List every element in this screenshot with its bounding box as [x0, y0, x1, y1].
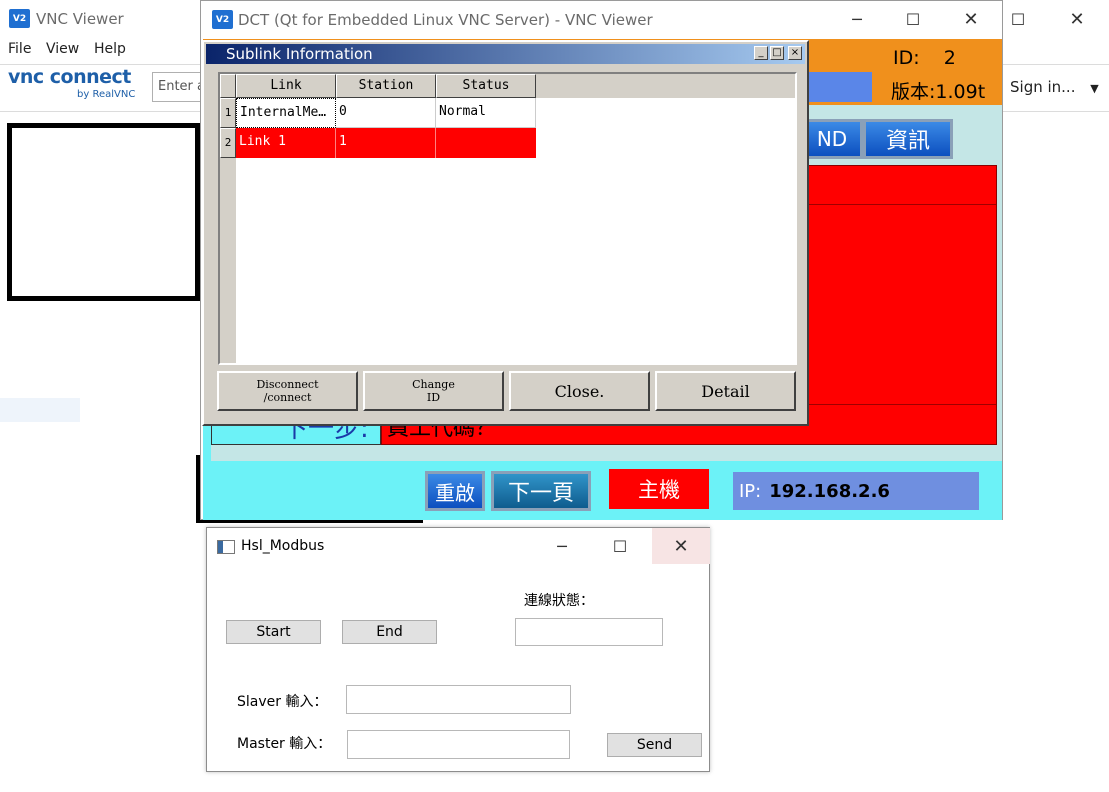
cell-link[interactable]: InternalMe…: [236, 98, 336, 128]
hsl-modbus-window: Hsl_Modbus ─ ☐ ✕ Start End 連線狀態： Slaver …: [206, 527, 710, 772]
brand-subtitle: by RealVNC: [77, 89, 136, 100]
table-row[interactable]: 1 InternalMe… 0 Normal: [220, 98, 536, 128]
restart-button[interactable]: 重啟: [425, 471, 485, 511]
table-corner: [220, 74, 236, 98]
menu-view[interactable]: View: [46, 41, 79, 57]
connection-thumbnail[interactable]: [7, 123, 200, 301]
thumbnail-highlight: [0, 398, 80, 422]
vnc-close-button[interactable]: ✕: [1062, 8, 1092, 30]
sign-in-label: Sign in...: [1010, 78, 1076, 96]
sublink-dialog: Sublink Information _ □ × Link Station S…: [202, 40, 809, 426]
ip-label: IP:: [739, 480, 762, 502]
detail-button[interactable]: Detail: [655, 371, 796, 411]
status-label: 連線狀態：: [524, 593, 594, 609]
maximize-icon[interactable]: □: [770, 46, 784, 60]
minimize-icon[interactable]: _: [754, 46, 768, 60]
dct-minimize-button[interactable]: ─: [842, 8, 872, 30]
header-filler: [536, 74, 795, 98]
close-icon[interactable]: ×: [788, 46, 802, 60]
master-input[interactable]: [347, 730, 570, 759]
vnc-maximize-button[interactable]: ☐: [1003, 8, 1033, 30]
menu-file[interactable]: File: [8, 41, 31, 57]
sign-in-link[interactable]: Sign in... ▼: [1010, 78, 1099, 96]
id-label: ID: 2: [893, 47, 956, 69]
row-number: 1: [220, 98, 236, 128]
column-header-status[interactable]: Status: [436, 74, 536, 98]
cell-link[interactable]: Link 1: [236, 128, 336, 158]
vnc-connect-brand: vnc connect: [8, 66, 131, 88]
slaver-label: Slaver 輸入：: [237, 694, 328, 710]
end-button[interactable]: End: [342, 620, 437, 644]
cell-station[interactable]: 1: [336, 128, 436, 158]
vnc-logo-icon: V2: [9, 9, 30, 28]
column-header-link[interactable]: Link: [236, 74, 336, 98]
nd-button[interactable]: ND: [801, 119, 863, 159]
chevron-down-icon[interactable]: ▼: [1090, 82, 1098, 95]
dct-window-title: DCT (Qt for Embedded Linux VNC Server) -…: [238, 11, 653, 29]
disconnect-label-1: Disconnect: [256, 378, 319, 391]
id-value: 2: [943, 47, 956, 69]
disconnect-button[interactable]: Disconnect /connect: [217, 371, 358, 411]
change-id-button[interactable]: Change ID: [363, 371, 504, 411]
hsl-close-button[interactable]: ✕: [652, 528, 710, 564]
ip-value: 192.168.2.6: [769, 480, 890, 502]
app-icon: [217, 540, 235, 554]
master-label: Master 輸入：: [237, 736, 332, 752]
next-page-button[interactable]: 下一頁: [491, 471, 591, 511]
dct-close-button[interactable]: ✕: [956, 8, 986, 30]
sublink-table: Link Station Status 1 InternalMe… 0 Norm…: [218, 72, 797, 365]
hsl-maximize-button[interactable]: ☐: [605, 534, 635, 558]
id-label-text: ID:: [893, 47, 920, 69]
info-button[interactable]: 資訊: [863, 119, 953, 159]
dct-logo-icon: V2: [212, 10, 233, 29]
status-blue-strip: [808, 72, 872, 102]
version-label: 版本:1.09t: [891, 81, 986, 103]
cell-status[interactable]: [436, 128, 536, 158]
row-number: 2: [220, 128, 236, 158]
cell-station[interactable]: 0: [336, 98, 436, 128]
slaver-input[interactable]: [346, 685, 571, 714]
disconnect-label-2: /connect: [263, 391, 312, 404]
ip-box: IP: 192.168.2.6: [733, 472, 979, 510]
cell-status[interactable]: Normal: [436, 98, 536, 128]
hsl-window-title: Hsl_Modbus: [241, 538, 325, 554]
menu-help[interactable]: Help: [94, 41, 126, 57]
start-button[interactable]: Start: [226, 620, 321, 644]
search-input[interactable]: Enter a: [152, 72, 204, 102]
status-field[interactable]: [515, 618, 663, 646]
dct-maximize-button[interactable]: ☐: [898, 8, 928, 30]
sublink-title: Sublink Information: [206, 44, 805, 64]
column-header-station[interactable]: Station: [336, 74, 436, 98]
search-placeholder: Enter a: [158, 79, 204, 94]
close-button[interactable]: Close.: [509, 371, 650, 411]
vnc-viewer-title: VNC Viewer: [36, 10, 124, 28]
hsl-minimize-button[interactable]: ─: [547, 534, 577, 558]
change-label-2: ID: [426, 391, 441, 404]
table-row[interactable]: 2 Link 1 1: [220, 128, 536, 158]
host-label: 主機: [609, 469, 709, 509]
send-button[interactable]: Send: [607, 733, 702, 757]
change-label-1: Change: [412, 378, 455, 391]
